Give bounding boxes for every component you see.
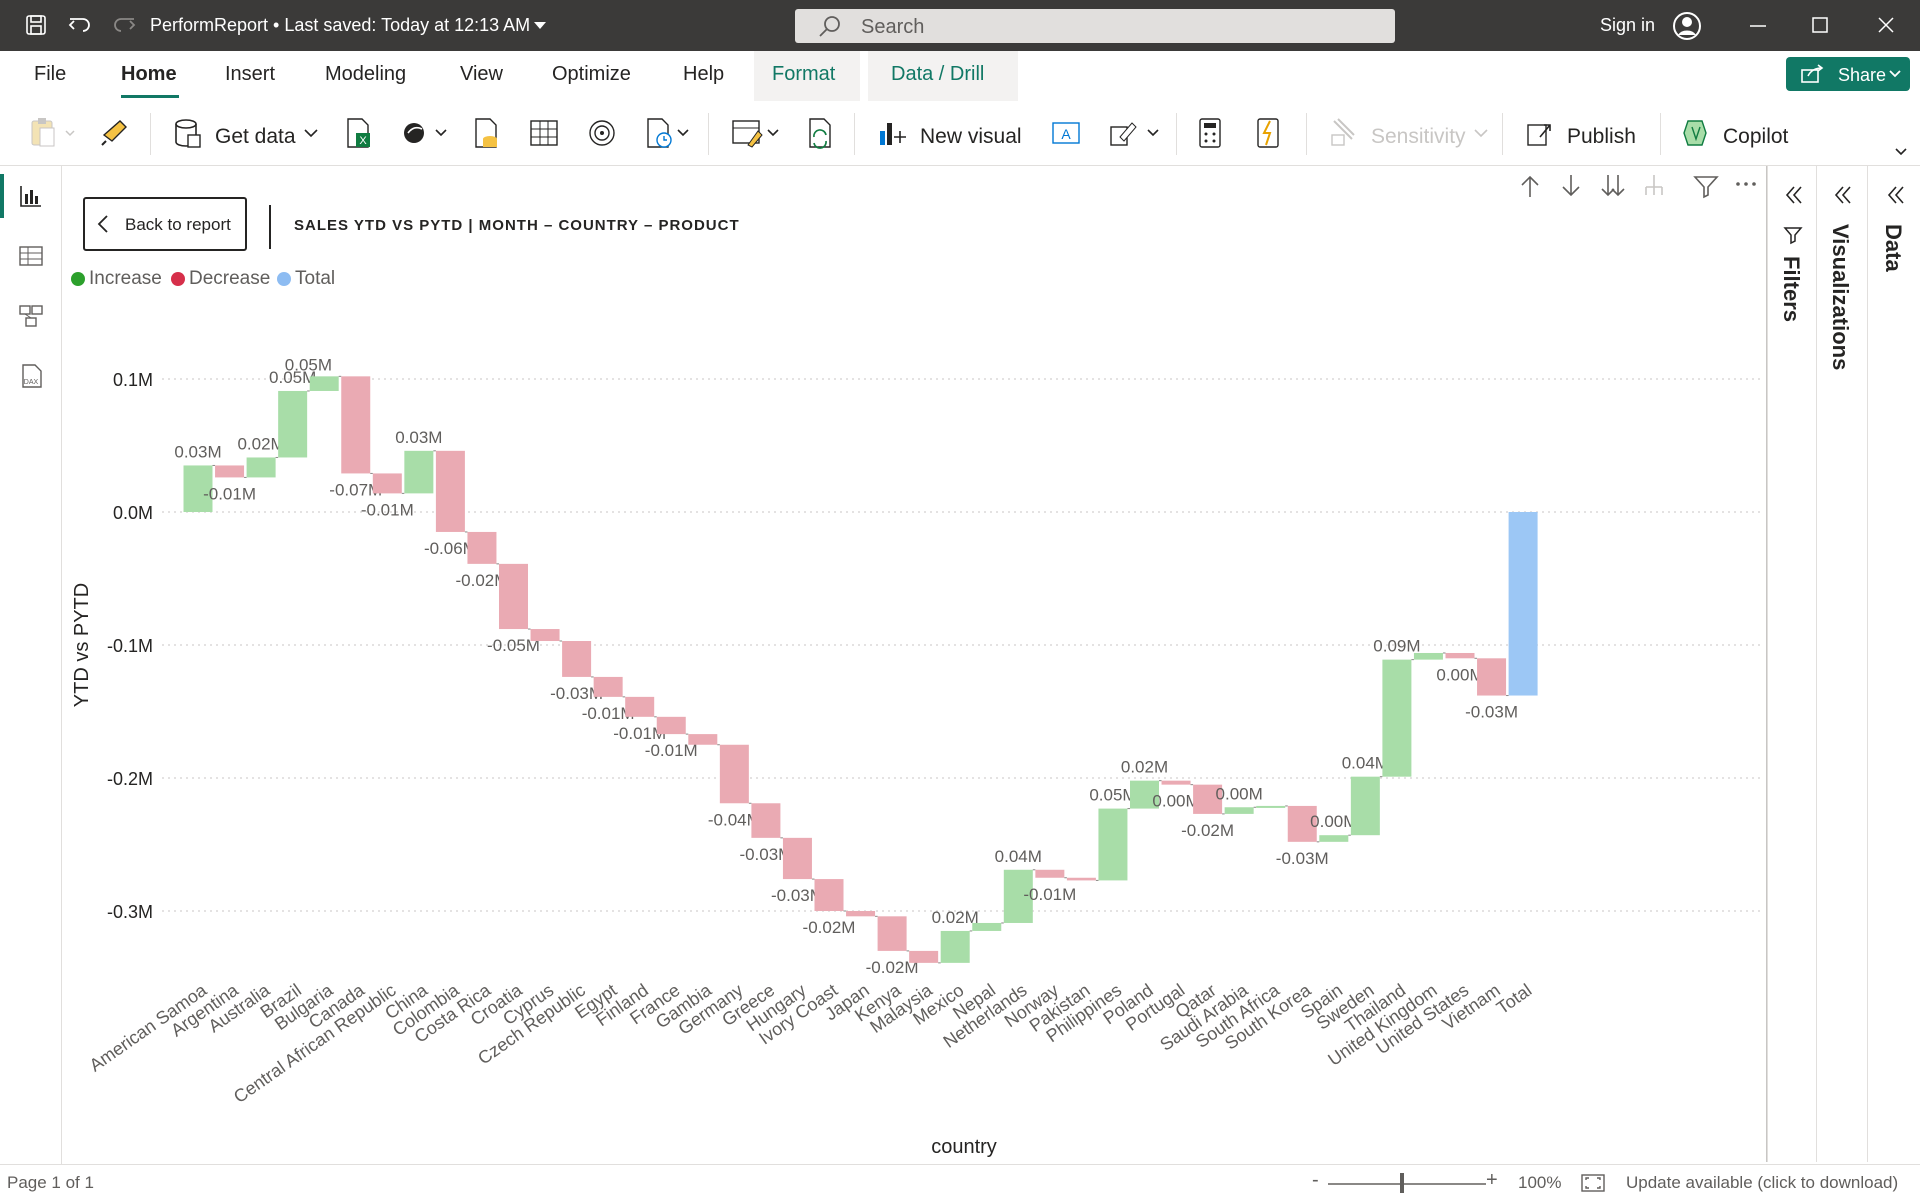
- filter-icon: [1783, 227, 1803, 245]
- filters-pane[interactable]: Filters: [1767, 166, 1816, 1162]
- x-tick-label: Total: [1493, 980, 1536, 1018]
- waterfall-bar-decrease: [814, 879, 844, 911]
- waterfall-bar-decrease: [877, 916, 907, 951]
- data-label: 0.03M: [174, 442, 221, 461]
- data-label: 0.09M: [1373, 637, 1420, 656]
- waterfall-bar-decrease: [1066, 877, 1096, 881]
- waterfall-bar-decrease: [625, 696, 655, 717]
- data-label: 0.02M: [932, 908, 979, 927]
- waterfall-bar-decrease: [1161, 780, 1191, 785]
- fit-to-page-icon[interactable]: [1580, 1173, 1606, 1193]
- update-available-link[interactable]: Update available (click to download): [1626, 1173, 1898, 1193]
- data-label: 0.00M: [1152, 792, 1199, 811]
- y-tick-label: -0.1M: [107, 636, 153, 656]
- share-label: Share: [1838, 65, 1887, 85]
- waterfall-bar-increase: [278, 390, 308, 458]
- waterfall-bar-increase: [940, 930, 970, 963]
- waterfall-bar-increase: [404, 450, 434, 494]
- data-label: -0.03M: [1465, 703, 1518, 722]
- waterfall-bar-increase: [1256, 805, 1286, 808]
- data-label: 0.05M: [1089, 786, 1136, 805]
- data-label: 0.03M: [395, 428, 442, 447]
- waterfall-bar-decrease: [1035, 869, 1065, 878]
- waterfall-bar-increase: [972, 922, 1002, 931]
- waterfall-bar-decrease: [467, 531, 497, 564]
- waterfall-bar-decrease: [688, 734, 718, 745]
- waterfall-bar-decrease: [341, 376, 371, 474]
- collapse-filters-icon[interactable]: [1784, 184, 1804, 206]
- data-label: -0.03M: [1276, 849, 1329, 868]
- collapse-visualizations-icon[interactable]: [1833, 184, 1853, 206]
- data-label: -0.01M: [203, 484, 256, 503]
- waterfall-bar-increase: [1382, 659, 1412, 777]
- zoom-level: 100%: [1518, 1173, 1562, 1192]
- waterfall-bar-decrease: [1477, 658, 1507, 696]
- data-label: 0.05M: [285, 355, 332, 374]
- share-button[interactable]: Share: [1786, 57, 1910, 91]
- waterfall-bar-increase: [1098, 808, 1128, 881]
- waterfall-bar-decrease: [719, 744, 749, 804]
- zoom-in-button[interactable]: +: [1486, 1169, 1498, 1192]
- maximize-icon[interactable]: [1808, 12, 1832, 43]
- expand-ribbon-icon[interactable]: [1894, 147, 1908, 157]
- y-tick-label: 0.0M: [113, 503, 153, 523]
- data-pane[interactable]: Data: [1867, 166, 1920, 1162]
- visualizations-pane[interactable]: Visualizations: [1816, 166, 1867, 1162]
- waterfall-bar-decrease: [909, 950, 939, 963]
- status-bar: Page 1 of 1 - + 100% Update available (c…: [0, 1164, 1920, 1200]
- data-label: 0.04M: [1342, 754, 1389, 773]
- data-label: 0.00M: [1310, 812, 1357, 831]
- waterfall-bar-increase: [1350, 776, 1380, 836]
- zoom-slider[interactable]: [1328, 1183, 1486, 1185]
- close-icon[interactable]: [1874, 12, 1898, 43]
- zoom-out-button[interactable]: -: [1312, 1169, 1319, 1192]
- waterfall-bar-decrease: [530, 629, 560, 642]
- visualizations-pane-label: Visualizations: [1828, 224, 1853, 371]
- data-label: -0.02M: [1181, 821, 1234, 840]
- waterfall-bar-decrease: [372, 473, 402, 494]
- waterfall-bar-decrease: [846, 911, 876, 917]
- waterfall-bar-decrease: [215, 465, 245, 478]
- waterfall-bar-increase: [1224, 807, 1254, 814]
- data-label: -0.02M: [803, 918, 856, 937]
- chevron-down-icon: [1889, 70, 1901, 78]
- data-label: 0.02M: [1121, 758, 1168, 777]
- zoom-slider-thumb[interactable]: [1400, 1173, 1404, 1193]
- waterfall-bar-decrease: [656, 716, 686, 735]
- y-axis-title: YTD vs PYTD: [71, 583, 93, 707]
- data-label: -0.01M: [1023, 885, 1076, 904]
- data-pane-label: Data: [1881, 224, 1906, 272]
- filters-pane-label: Filters: [1779, 256, 1804, 323]
- y-tick-label: -0.2M: [107, 769, 153, 789]
- waterfall-bar-increase: [246, 457, 276, 478]
- share-icon: [1801, 64, 1824, 83]
- waterfall-bar-increase: [1413, 652, 1443, 660]
- page-indicator: Page 1 of 1: [7, 1173, 94, 1192]
- waterfall-bar-decrease: [782, 837, 812, 880]
- waterfall-bar-decrease: [593, 676, 623, 697]
- waterfall-bar-increase: [309, 376, 339, 391]
- data-label: 0.04M: [995, 847, 1042, 866]
- x-axis-title: country: [931, 1136, 997, 1158]
- waterfall-bar-decrease: [562, 641, 592, 677]
- data-label: 0.00M: [1216, 784, 1263, 803]
- y-tick-label: 0.1M: [113, 370, 153, 390]
- collapse-data-icon[interactable]: [1886, 184, 1906, 206]
- waterfall-bar-decrease: [1445, 652, 1475, 659]
- data-label: 0.00M: [1436, 665, 1483, 684]
- waterfall-bar-decrease: [499, 563, 528, 630]
- waterfall-bar-increase: [1319, 835, 1349, 842]
- data-label: 0.02M: [237, 434, 284, 453]
- waterfall-bar-total: [1508, 512, 1538, 696]
- y-tick-label: -0.3M: [107, 902, 153, 922]
- data-label: -0.01M: [361, 500, 414, 519]
- waterfall-bar-decrease: [435, 450, 465, 532]
- waterfall-chart: 0.1M 0.0M -0.1M -0.2M -0.3M YTD vs PYTD countr…: [71, 355, 1760, 1158]
- waterfall-bar-decrease: [751, 803, 781, 838]
